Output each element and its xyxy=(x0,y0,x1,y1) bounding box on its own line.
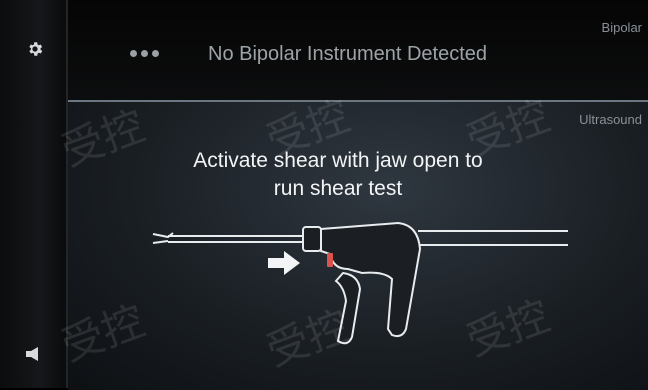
trigger xyxy=(334,271,362,345)
ultrasound-panel: Ultrasound Activate shear with jaw open … xyxy=(68,100,648,390)
shaft xyxy=(168,235,308,243)
bipolar-status-text: No Bipolar Instrument Detected xyxy=(208,43,488,65)
instruction-text: Activate shear with jaw open to run shea… xyxy=(128,147,548,203)
rotation-knob xyxy=(302,226,322,252)
instruction-line-1: Activate shear with jaw open to xyxy=(193,149,483,172)
handle-body xyxy=(320,221,422,338)
activation-button xyxy=(327,253,333,267)
right-arrow-icon xyxy=(268,251,300,275)
gear-icon[interactable] xyxy=(26,40,44,58)
instruction-line-2: run shear test xyxy=(273,177,403,200)
more-dots-icon[interactable] xyxy=(130,50,159,57)
bipolar-panel: Bipolar No Bipolar Instrument Detected xyxy=(68,0,648,100)
bipolar-tab[interactable]: Bipolar xyxy=(602,20,642,35)
ultrasound-tab[interactable]: Ultrasound xyxy=(579,112,642,127)
speaker-icon[interactable] xyxy=(26,347,42,361)
cable xyxy=(418,230,568,246)
shear-device-illustration xyxy=(152,221,568,345)
left-sidebar xyxy=(0,0,68,388)
